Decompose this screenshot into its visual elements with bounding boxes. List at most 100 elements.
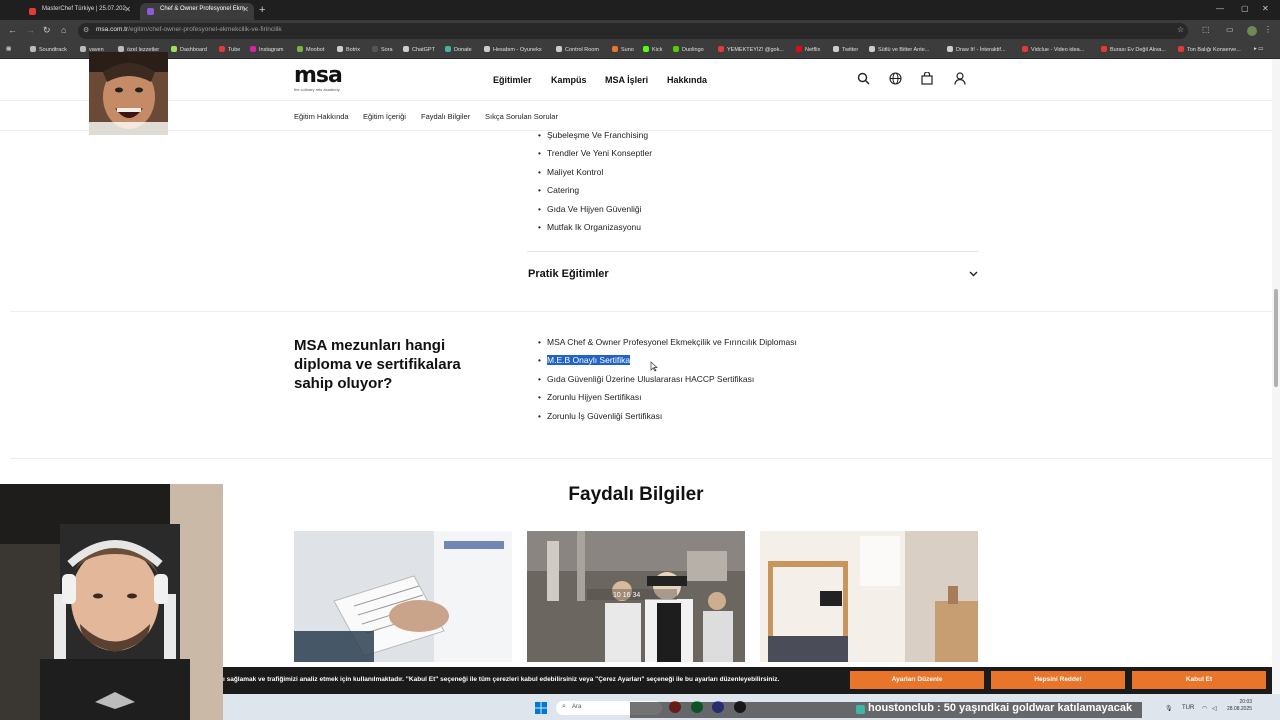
user-icon[interactable] xyxy=(954,72,966,88)
bookmark-item[interactable]: Soundtrack xyxy=(30,46,67,53)
profile-avatar[interactable] xyxy=(1247,26,1257,36)
apps-icon[interactable]: ▦ xyxy=(6,46,11,52)
accept-button[interactable]: Kabul Et xyxy=(1132,671,1266,689)
bookmark-item[interactable]: Moobot xyxy=(297,46,324,53)
system-clock[interactable]: 20:03 28.08.2025 xyxy=(1227,699,1252,713)
bookmark-item[interactable]: Donate xyxy=(445,46,472,53)
tab-close-icon[interactable]: ✕ xyxy=(242,5,249,14)
kick-icon xyxy=(643,46,649,52)
bookmark-item[interactable]: Botrix xyxy=(337,46,360,53)
search-icon[interactable] xyxy=(857,72,870,88)
home-icon[interactable]: ⌂ xyxy=(61,25,66,35)
bookmark-item[interactable]: Draw It! - İnteraktif... xyxy=(947,46,1006,53)
info-card-image-dorm[interactable] xyxy=(760,531,978,662)
tab-close-icon[interactable]: ✕ xyxy=(124,5,131,14)
dashboard-icon xyxy=(171,46,177,52)
minimize-icon[interactable]: — xyxy=(1216,4,1224,13)
bookmark-item[interactable]: Burası Ev Değil Akva... xyxy=(1101,46,1166,53)
nav-hakkinda[interactable]: Hakkında xyxy=(667,75,707,85)
bookmark-item[interactable]: Vidclue - Video idea... xyxy=(1022,46,1084,53)
info-card-image-chef-notes[interactable] xyxy=(294,531,512,662)
reload-icon[interactable]: ↻ xyxy=(43,25,51,36)
bookmark-item[interactable]: Dashboard xyxy=(171,46,207,53)
certificate-item: Zorunlu İş Güvenliği Sertifikası xyxy=(538,411,662,421)
site-info-icon[interactable]: ⚙ xyxy=(83,26,89,34)
nav-kampus[interactable]: Kampüs xyxy=(551,75,587,85)
bookmark-item[interactable]: Tube xyxy=(219,46,240,53)
volume-icon[interactable]: ◁ xyxy=(1212,705,1217,712)
bookmark-item[interactable]: Hesabım - Oyuneks xyxy=(484,46,542,53)
sidepanel-icon[interactable]: ▭ xyxy=(1226,25,1234,34)
microphone-icon[interactable]: 🎙 xyxy=(1165,705,1173,712)
shopping-bag-icon[interactable] xyxy=(921,71,933,88)
bookmark-item[interactable]: YEMEKTEYİZ! @gok... xyxy=(718,46,784,53)
scrollbar-thumb[interactable] xyxy=(1274,289,1278,387)
chatgpt-icon xyxy=(403,46,409,52)
diploma-question-heading: MSA mezunları hangi diploma ve sertifika… xyxy=(294,337,461,392)
netflix-icon xyxy=(796,46,802,52)
subnav-egitim-icerigi[interactable]: Eğitim İçeriği xyxy=(363,112,406,121)
selected-text: M.E.B Onaylı Sertifika xyxy=(547,355,631,365)
extensions-icon[interactable]: ⬚ xyxy=(1202,25,1210,34)
twitter-icon xyxy=(833,46,839,52)
divider xyxy=(10,458,1272,459)
globe-icon[interactable] xyxy=(889,72,902,88)
youtube-icon xyxy=(219,46,225,52)
bookmark-item[interactable]: Sütlü ve Bitter Ante... xyxy=(869,46,929,53)
curriculum-item: Mutfak Ik Organizasyonu xyxy=(538,222,641,232)
mouse-cursor-icon xyxy=(650,361,658,374)
close-window-icon[interactable]: ✕ xyxy=(1262,4,1269,13)
maximize-icon[interactable]: ▢ xyxy=(1241,4,1249,13)
chat-badge-icon xyxy=(856,705,865,714)
chevron-down-icon[interactable] xyxy=(969,269,978,279)
certificate-item: MSA Chef & Owner Profesyonel Ekmekçilik … xyxy=(538,337,797,347)
accordion-pratik-egitimler[interactable]: Pratik Eğitimler xyxy=(528,268,609,280)
nav-msa-isleri[interactable]: MSA İşleri xyxy=(605,75,648,85)
browser-tab-msa[interactable]: Chef & Owner Profesyonel Ekm ✕ xyxy=(140,3,254,20)
bookmark-item[interactable]: Suno xyxy=(612,46,634,53)
nav-egitimler[interactable]: Eğitimler xyxy=(493,75,532,85)
forward-icon[interactable]: → xyxy=(26,25,35,35)
curriculum-item: Catering xyxy=(538,185,579,195)
divider xyxy=(10,311,1272,312)
bookmark-item[interactable]: Control Room xyxy=(556,46,599,53)
page-scrollbar[interactable] xyxy=(1272,59,1280,720)
cookie-settings-button[interactable]: Ayarları Düzenle xyxy=(850,671,984,689)
bookmark-item[interactable]: Duolingo xyxy=(673,46,704,53)
all-bookmarks-icon[interactable]: ▸ ▭ xyxy=(1254,46,1264,52)
bookmark-star-icon[interactable]: ☆ xyxy=(1177,25,1184,34)
windows-start-icon[interactable] xyxy=(535,702,547,717)
bookmark-item[interactable]: ChatGPT xyxy=(403,46,435,53)
language-indicator[interactable]: TUR xyxy=(1182,705,1194,711)
msa-logo[interactable]: msa the culinary arts academy xyxy=(294,64,343,93)
browser-menu-icon[interactable]: ⋮ xyxy=(1264,25,1272,34)
streamer-webcam-image xyxy=(0,484,223,720)
certificate-item: Zorunlu Hijyen Sertifikası xyxy=(538,392,642,402)
wifi-icon[interactable]: ◠ xyxy=(1202,705,1207,712)
new-tab-icon[interactable]: + xyxy=(259,4,265,16)
url-path: /egitim/chef-owner-profesyonel-ekmekcili… xyxy=(128,26,282,33)
certificate-item-selected: M.E.B Onaylı Sertifika xyxy=(538,355,631,365)
back-icon[interactable]: ← xyxy=(8,25,17,35)
bookmark-item[interactable]: Sora xyxy=(372,46,393,53)
subnav-sss[interactable]: Sıkça Sorulan Sorular xyxy=(485,112,558,121)
subnav-egitim-hakkinda[interactable]: Eğitim Hakkında xyxy=(294,112,349,121)
search-placeholder: Ara xyxy=(572,704,582,710)
browser-tab-masterchef[interactable]: MasterChef Türkiye | 25.07.202 ✕ xyxy=(22,3,136,20)
moobot-icon xyxy=(297,46,303,52)
bookmark-item[interactable]: Netflix xyxy=(796,46,820,53)
logo-tagline: the culinary arts academy xyxy=(294,87,340,92)
cookie-text: ı sağlamak ve trafiğimizi analiz etmek i… xyxy=(223,676,780,683)
reject-all-button[interactable]: Hepsini Reddet xyxy=(991,671,1125,689)
info-card-image-kitchen[interactable]: 10 16 34 xyxy=(527,531,745,662)
folder-icon xyxy=(80,46,86,52)
bookmark-item[interactable]: Instagram xyxy=(250,46,283,53)
browser-toolbar: ← → ↻ ⌂ ⚙ msa.com.tr/egitim/chef-owner-p… xyxy=(0,20,1280,42)
bookmark-item[interactable]: Kick xyxy=(643,46,662,53)
subnav-faydali-bilgiler[interactable]: Faydalı Bilgiler xyxy=(421,112,470,121)
bookmark-page-icon xyxy=(947,46,953,52)
site-favicon-icon xyxy=(147,8,154,15)
address-bar[interactable]: ⚙ msa.com.tr/egitim/chef-owner-profesyon… xyxy=(78,23,1188,39)
bookmark-item[interactable]: Ton Balığı Konserve... xyxy=(1178,46,1241,53)
bookmark-item[interactable]: Twitter xyxy=(833,46,858,53)
